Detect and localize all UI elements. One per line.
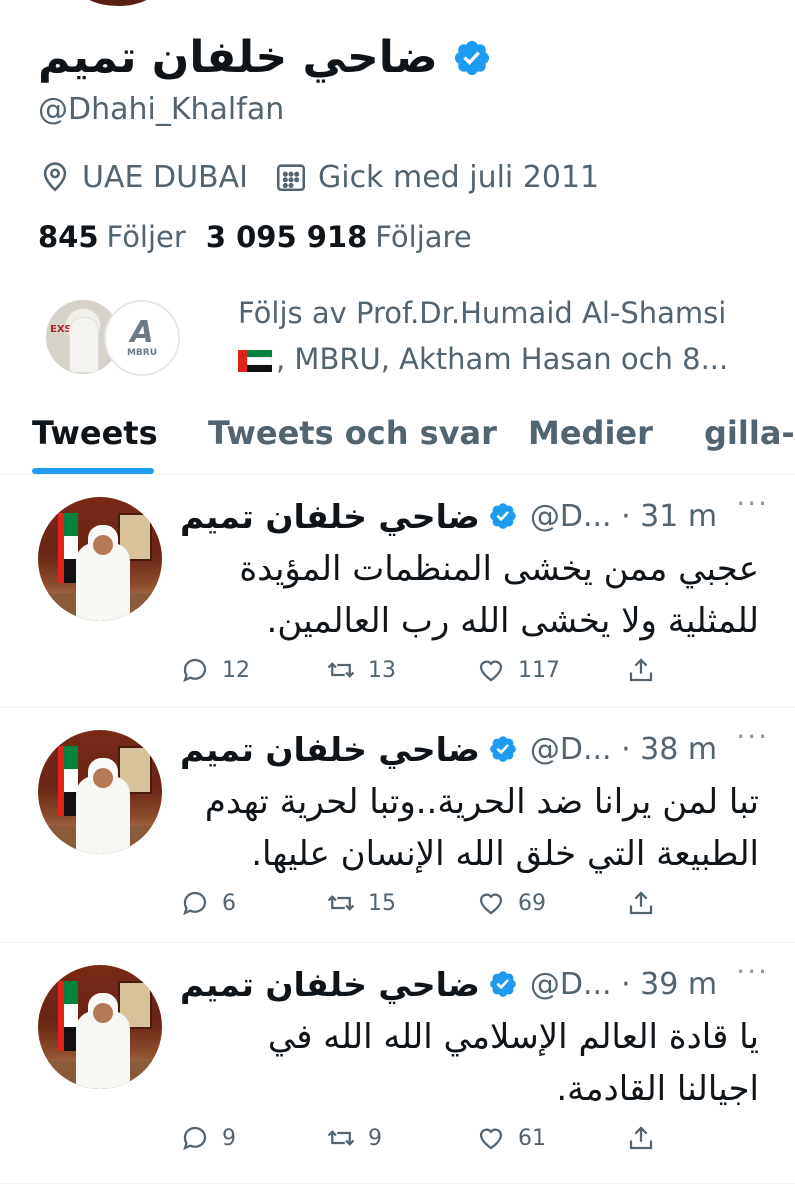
profile-name-row: ضاحي خلفان تميم [38, 30, 795, 86]
like-button[interactable]: 61 [476, 1123, 546, 1153]
follower-avatar-badge: EXS [50, 324, 72, 335]
profile-meta: UAE DUBAI Gick med juli 2011 [38, 157, 795, 197]
tweet-header: ضاحي خلفان تميم @D... · 39 m [180, 959, 775, 1009]
tweet-author-name[interactable]: ضاحي خلفان تميم [180, 965, 480, 1004]
profile-location: UAE DUBAI [38, 160, 248, 195]
verified-badge-icon [454, 40, 489, 76]
reply-count: 9 [222, 1125, 236, 1151]
followed-by-text: Följs av Prof.Dr.Humaid Al-Shamsi , MBRU… [238, 290, 758, 390]
followed-by-line2: , MBRU, Aktham Hasan och 8... [276, 342, 729, 376]
heart-icon [479, 893, 503, 915]
profile-avatar-edge[interactable] [78, 0, 158, 6]
profile-display-name: ضاحي خلفان تميم [38, 32, 438, 83]
more-options-icon[interactable]: ··· [736, 487, 769, 520]
like-button[interactable]: 69 [476, 888, 546, 918]
tweet-actions: 12 13 117 [180, 655, 670, 695]
tweet-author-name[interactable]: ضاحي خلفان تميم [180, 730, 480, 769]
tweet-handle-time[interactable]: @D... · 38 m [530, 732, 717, 767]
retweet-icon [327, 895, 355, 911]
more-options-icon[interactable]: ··· [736, 720, 769, 753]
followers-link[interactable]: 3 095 918 Följare [206, 220, 472, 254]
profile-stats: 845 Följer 3 095 918 Följare [38, 217, 795, 257]
following-count: 845 [38, 220, 99, 254]
reply-button[interactable]: 6 [180, 888, 236, 918]
uae-flag-icon [238, 350, 272, 372]
followed-by-avatars: EXS A MBRU [38, 298, 180, 378]
tab-media[interactable]: Medier [528, 414, 653, 452]
profile-joined-text: Gick med juli 2011 [317, 159, 600, 195]
tweet[interactable]: ضاحي خلفان تميم @D... · 38 m ··· تبا لمن… [0, 708, 795, 943]
followed-by-line1: Följs av Prof.Dr.Humaid Al-Shamsi [238, 296, 727, 330]
mbru-logo-mark: A [130, 315, 154, 350]
calendar-icon [276, 164, 306, 192]
tweet-header: ضاحي خلفان تميم @D... · 38 m [180, 724, 775, 774]
retweet-count: 13 [368, 657, 396, 683]
reply-count: 12 [222, 657, 250, 683]
tweet-text: تبا لمن يرانا ضد الحرية..وتبا لحرية تهدم… [204, 782, 759, 874]
share-button[interactable] [626, 1123, 656, 1153]
reply-icon [183, 658, 207, 683]
tweet[interactable]: ضاحي خلفان تميم @D... · 39 m ··· يا قادة… [0, 943, 795, 1184]
followers-label: Följare [375, 220, 472, 254]
location-pin-icon [43, 162, 67, 192]
tweet-avatar[interactable] [38, 730, 162, 854]
profile-handle: @Dhahi_Khalfan [38, 92, 285, 127]
mbru-logo-text: MBRU [126, 348, 158, 358]
retweet-count: 15 [368, 890, 396, 916]
tab-tweets[interactable]: Tweets [32, 414, 158, 452]
more-options-icon[interactable]: ··· [736, 955, 769, 988]
followed-by-section[interactable]: EXS A MBRU Följs av Prof.Dr.Humaid Al-Sh… [38, 290, 795, 390]
retweet-icon [327, 662, 355, 678]
tweet-avatar[interactable] [38, 965, 162, 1089]
followed-by-line2-row: , MBRU, Aktham Hasan och 8... [238, 336, 758, 382]
following-link[interactable]: 845 Följer [38, 220, 186, 254]
reply-icon [183, 891, 207, 916]
mbru-logo: A MBRU [104, 300, 180, 376]
like-count: 69 [518, 890, 546, 916]
profile-joined: Gick med juli 2011 [274, 160, 599, 195]
profile-header: ضاحي خلفان تميم @Dhahi_Khalfan UAE DUBAI… [38, 30, 795, 257]
retweet-icon [327, 1130, 355, 1146]
following-label: Följer [106, 220, 186, 254]
tweet[interactable]: ضاحي خلفان تميم @D... · 31 m ··· عجبي مم… [0, 475, 795, 708]
tweet-text: عجبي ممن يخشى المنظمات المؤيدة للمثلية و… [239, 549, 759, 641]
like-count: 117 [518, 657, 560, 683]
heart-icon [479, 1128, 503, 1150]
verified-badge-icon [490, 503, 516, 529]
share-icon [629, 1126, 653, 1150]
heart-icon [479, 660, 503, 682]
tweet-actions: 9 9 61 [180, 1123, 670, 1163]
share-icon [629, 891, 653, 915]
tab-tweets-and-replies[interactable]: Tweets och svar [208, 414, 497, 452]
share-icon [629, 658, 653, 682]
reply-icon [183, 1126, 207, 1151]
active-tab-indicator [32, 468, 154, 474]
profile-tabs: Tweets Tweets och svar Medier gilla-r [0, 400, 795, 475]
tweet-header: ضاحي خلفان تميم @D... · 31 m [180, 491, 775, 541]
followers-count: 3 095 918 [205, 220, 368, 254]
reply-button[interactable]: 9 [180, 1123, 236, 1153]
reply-count: 6 [222, 890, 236, 916]
retweet-button[interactable]: 9 [326, 1123, 382, 1153]
share-button[interactable] [626, 888, 656, 918]
tweet-handle-time[interactable]: @D... · 39 m [530, 967, 717, 1002]
profile-location-text: UAE DUBAI [82, 159, 248, 195]
verified-badge-icon [490, 971, 516, 997]
retweet-button[interactable]: 13 [326, 655, 396, 685]
retweet-button[interactable]: 15 [326, 888, 396, 918]
tweet-handle-time[interactable]: @D... · 31 m [530, 499, 717, 534]
tweet-actions: 6 15 69 [180, 888, 670, 928]
tweet-text: يا قادة العالم الإسلامي الله الله في اجي… [267, 1017, 759, 1109]
like-button[interactable]: 117 [476, 655, 560, 685]
tweet-avatar[interactable] [38, 497, 162, 621]
like-count: 61 [518, 1125, 546, 1151]
reply-button[interactable]: 12 [180, 655, 250, 685]
tab-likes[interactable]: gilla-r [704, 414, 795, 452]
retweet-count: 9 [368, 1125, 382, 1151]
share-button[interactable] [626, 655, 656, 685]
verified-badge-icon [490, 736, 516, 762]
tweet-author-name[interactable]: ضاحي خلفان تميم [180, 497, 480, 536]
